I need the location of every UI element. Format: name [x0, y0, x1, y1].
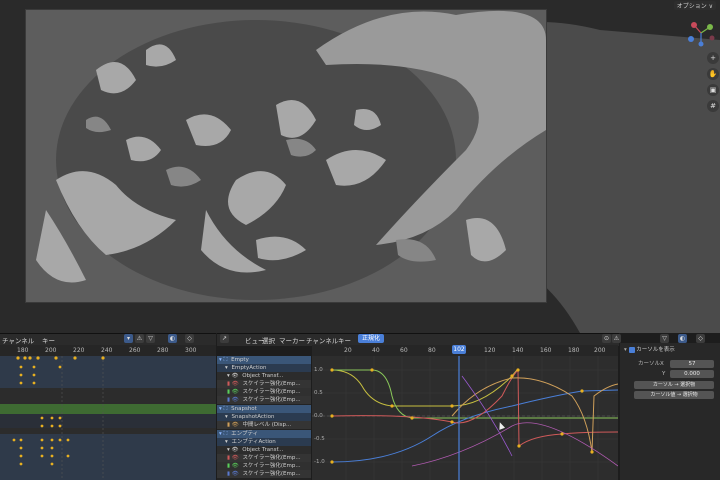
graph-tick: 200	[594, 347, 606, 354]
graph-tick: 120	[484, 347, 496, 354]
graph-tick: 180	[568, 347, 580, 354]
fcurve-graph	[312, 356, 618, 480]
cursor-to-selected-button[interactable]: カーソル → 選択物	[634, 381, 714, 389]
y-axis-label: 1.0	[314, 367, 323, 373]
y-axis-label: -0.5	[314, 436, 325, 442]
channel-row[interactable]: ▾ 👁 Object Transf...	[217, 372, 311, 380]
3d-viewport[interactable]: オプション ∨ + ✋ ▣ #	[0, 0, 720, 333]
channel-label: SnapshotAction	[231, 414, 275, 420]
dopesheet-tick: 200	[45, 347, 57, 354]
channel-row[interactable]: ▾ ⛶ Empty	[217, 356, 311, 364]
graph-menu-channel[interactable]: チャンネル	[306, 335, 338, 345]
cursor-value-to-selected-button[interactable]: カーソル値 → 選択物	[634, 391, 714, 399]
camera-icon[interactable]: ▣	[707, 84, 719, 96]
snap-icon[interactable]: ◐	[168, 334, 177, 343]
funnel-icon[interactable]: ▽	[146, 334, 155, 343]
channel-label: エンプティAction	[231, 439, 276, 445]
proportional-icon-graph[interactable]: ◇	[696, 334, 705, 343]
navigation-gizmo[interactable]	[686, 18, 716, 48]
proportional-icon[interactable]: ◇	[185, 334, 194, 343]
warning-icon-graph[interactable]: ⚠	[612, 334, 621, 343]
y-axis-label: 0.5	[314, 390, 323, 396]
channel-label: Snapshot	[231, 406, 257, 412]
channel-row[interactable]: ▾ SnapshotAction	[217, 413, 311, 421]
channel-label: Empty	[231, 357, 249, 363]
channel-list[interactable]: ▾ ⛶ Empty ▾ EmptyAction ▾ 👁 Object Trans…	[217, 356, 311, 480]
channel-label: Object Transf...	[242, 373, 284, 379]
channel-label: スケイラー強化(Emp...	[242, 463, 301, 469]
show-cursor-checkbox[interactable]	[628, 346, 635, 353]
graph-tick: 80	[428, 347, 436, 354]
dopesheet-tick: 260	[129, 347, 141, 354]
graph-tick: 140	[512, 347, 524, 354]
cursor-x-label: カーソルX	[638, 361, 664, 367]
warning-icon[interactable]: ⚠	[135, 334, 144, 343]
cursor-section-header[interactable]: ▾ カーソルを表示	[624, 345, 716, 355]
cursor-section-label: カーソルを表示	[636, 347, 675, 353]
channel-row[interactable]: ▾ ⛶ エンプティ	[217, 430, 311, 438]
dopesheet-menu-key[interactable]: キー	[42, 335, 55, 345]
channel-label: エンプティ	[231, 431, 259, 437]
zoom-icon[interactable]: +	[707, 52, 719, 64]
channel-label: EmptyAction	[231, 365, 267, 371]
channel-row[interactable]: ▮ 👁 スケイラー強化(Emp...	[217, 388, 311, 396]
graph-editor-area[interactable]: 1.0 0.5 0.0 -0.5 -1.0	[312, 356, 618, 480]
channel-label: Object Transf...	[242, 447, 284, 453]
options-dropdown[interactable]: オプション ∨	[673, 1, 716, 10]
view-sidebar[interactable]: ▾ カーソルを表示 カーソルX 57 Y 0.000 カーソル → 選択物 カー…	[620, 343, 720, 480]
channel-row[interactable]: ▮ 👁 スケイラー強化(Emp...	[217, 396, 311, 404]
pivot-icon[interactable]: ⊙	[602, 334, 611, 343]
cursor-x-field[interactable]: 57	[670, 360, 714, 368]
channel-row[interactable]: ▮ 👁 スケイラー強化(Emp...	[217, 462, 311, 470]
dopesheet-tick: 220	[73, 347, 85, 354]
dopesheet-tick: 240	[101, 347, 113, 354]
channel-row[interactable]: ▾ エンプティAction	[217, 438, 311, 446]
cursor-y-label: Y	[662, 371, 666, 377]
channel-label: スケイラー強化(Emp...	[242, 471, 301, 477]
channel-label: スケイラー強化(Emp...	[242, 455, 301, 461]
snap-icon-graph[interactable]: ◐	[678, 334, 687, 343]
channel-row[interactable]: ▾ EmptyAction	[217, 364, 311, 372]
normalize-toggle[interactable]: 正規化	[358, 334, 385, 343]
channel-row[interactable]: ▮ 👁 スケイラー強化(Emp...	[217, 380, 311, 388]
dopesheet-tick: 280	[157, 347, 169, 354]
graph-tick: 60	[400, 347, 408, 354]
filter-icon-graph[interactable]: ▽	[660, 334, 669, 343]
channel-row[interactable]: ▮ 👁 スケイラー強化(Emp...	[217, 454, 311, 462]
fluid-mesh-render	[26, 10, 546, 302]
cursor-y-field[interactable]: 0.000	[670, 370, 714, 378]
channel-label: スケイラー強化(Emp...	[242, 381, 301, 387]
graph-tick: 20	[344, 347, 352, 354]
channel-label: 中間レベル (Disp...	[242, 422, 292, 428]
filter-icon[interactable]: ▾	[124, 334, 133, 343]
graph-tick: 160	[540, 347, 552, 354]
channel-row[interactable]: ▾ 👁 Object Transf...	[217, 446, 311, 454]
editor-type-icon[interactable]: ↗	[220, 334, 229, 343]
y-axis-label: -1.0	[314, 459, 325, 465]
current-frame-indicator[interactable]: 102	[452, 345, 466, 354]
normalize-label: 正規化	[362, 335, 381, 342]
channel-label: スケイラー強化(Emp...	[242, 397, 301, 403]
dopesheet-area[interactable]	[0, 356, 216, 480]
hand-icon[interactable]: ✋	[707, 68, 719, 80]
camera-frame	[25, 9, 547, 303]
channel-row[interactable]: ▮ 👁 スケイラー強化(Emp...	[217, 470, 311, 478]
grid-icon[interactable]: #	[707, 100, 719, 112]
dopesheet-tick: 180	[17, 347, 29, 354]
y-axis-label: 0.0	[314, 413, 323, 419]
graph-menu-select[interactable]: 選択	[262, 335, 275, 345]
graph-tick: 40	[372, 347, 380, 354]
channel-label: スケイラー強化(Emp...	[242, 389, 301, 395]
channel-row[interactable]: ▾ ⛶ Snapshot	[217, 405, 311, 413]
dopesheet-menu-channel[interactable]: チャンネル	[2, 335, 34, 345]
channel-row[interactable]: ▮ 👁 中間レベル (Disp...	[217, 421, 311, 429]
graph-menu-key[interactable]: キー	[338, 335, 351, 345]
dopesheet-keyframes	[0, 356, 216, 480]
dopesheet-tick: 300	[185, 347, 197, 354]
graph-menu-marker[interactable]: マーカー	[279, 335, 305, 345]
